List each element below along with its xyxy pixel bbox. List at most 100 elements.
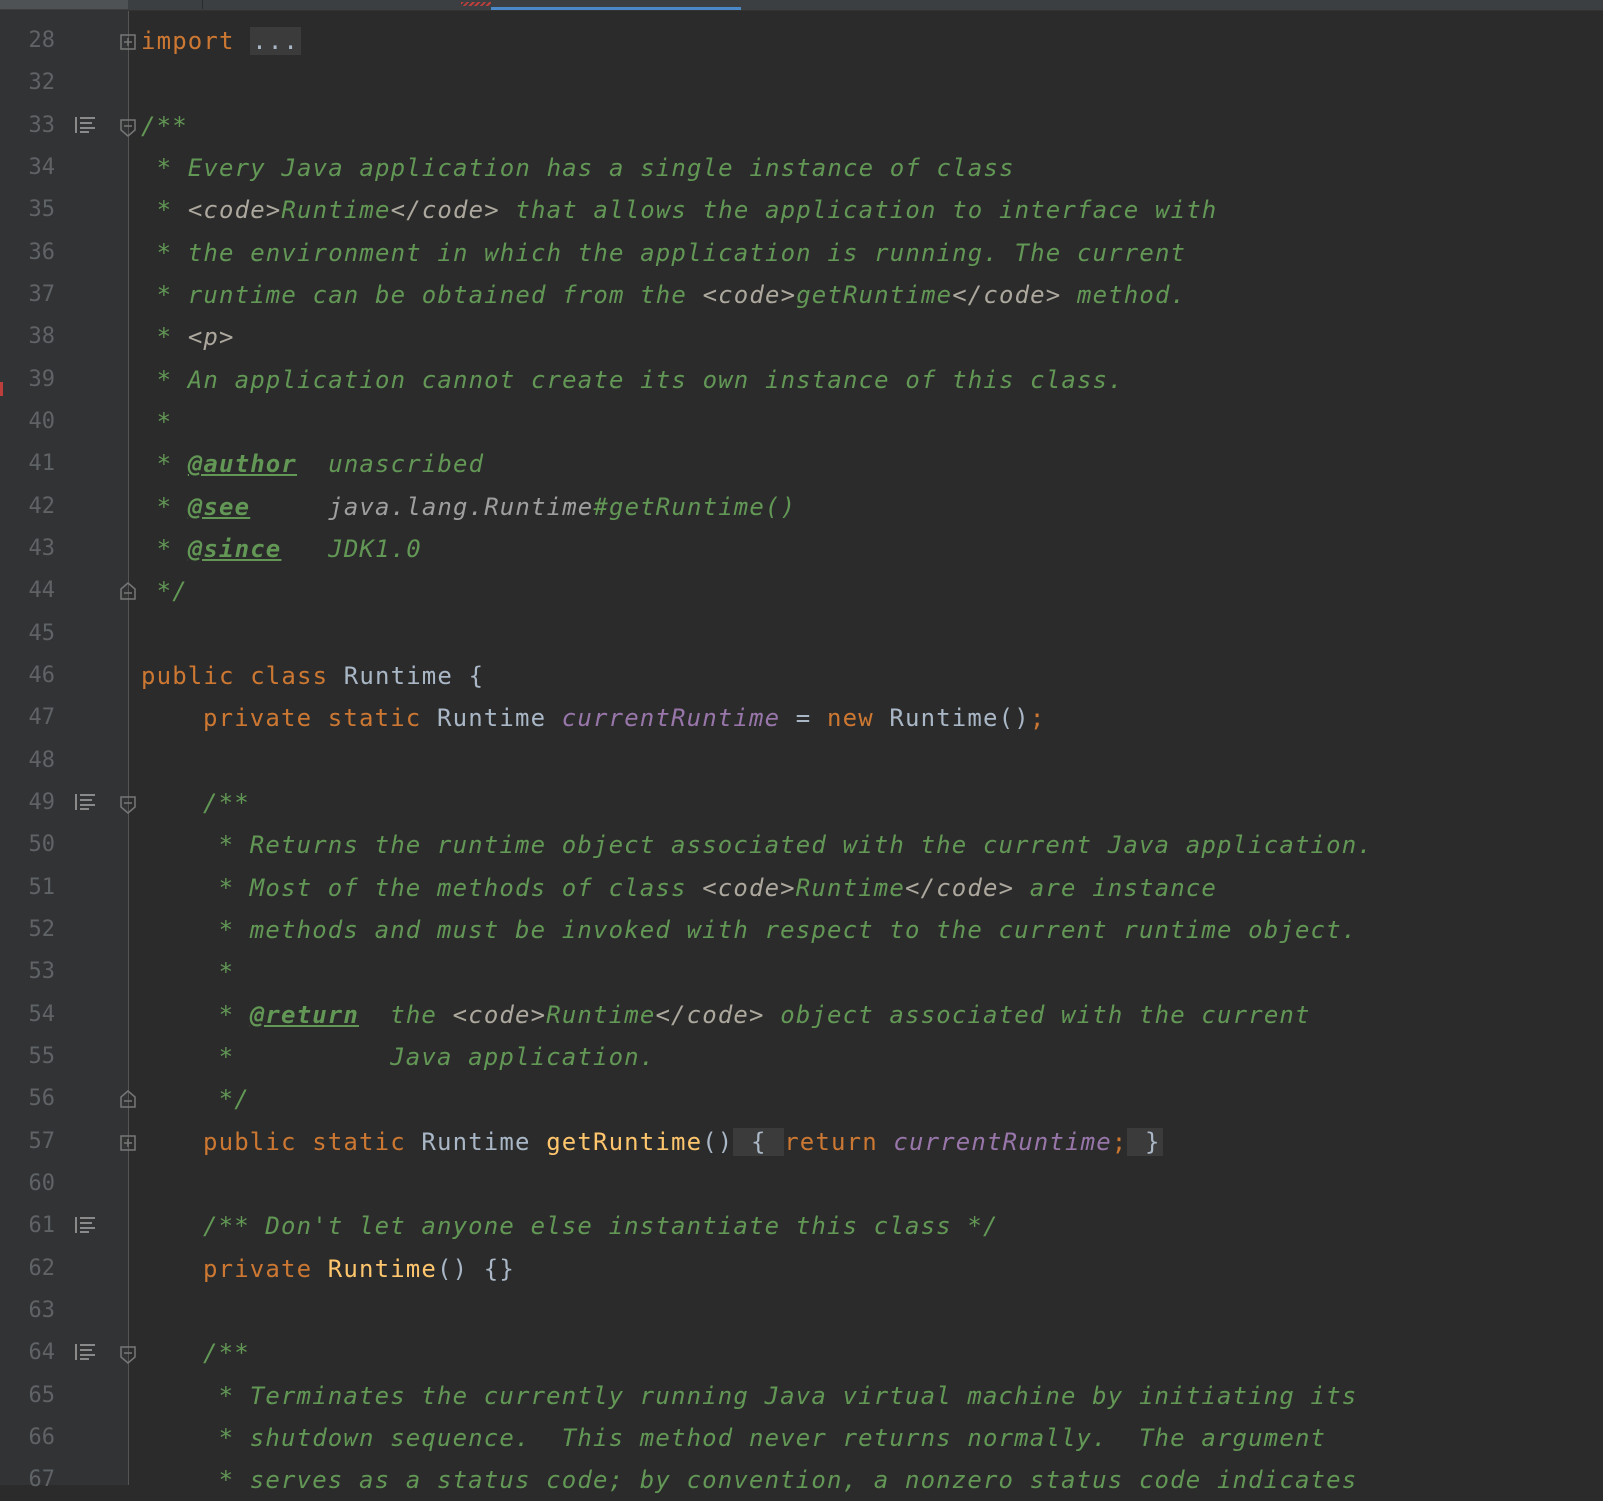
code-token: currentRuntime <box>561 704 781 733</box>
code-text[interactable]: */ <box>203 1078 250 1120</box>
fold-end-icon[interactable] <box>119 582 137 602</box>
editor-tab-active[interactable] <box>491 0 741 10</box>
code-text[interactable]: import ... <box>141 20 302 62</box>
code-line[interactable]: 44 */ <box>0 570 1603 612</box>
code-line[interactable]: 56 */ <box>0 1078 1603 1120</box>
javadoc-render-icon[interactable] <box>75 793 95 811</box>
folded-code-placeholder[interactable]: } <box>1127 1127 1163 1156</box>
code-line[interactable]: 49 /** <box>0 782 1603 824</box>
code-text[interactable]: /** <box>141 105 188 147</box>
code-line[interactable]: 43 * @since JDK1.0 <box>0 528 1603 570</box>
folded-code-placeholder[interactable]: ... <box>250 27 302 55</box>
fold-expand-icon[interactable] <box>119 1133 137 1153</box>
javadoc-render-icon[interactable] <box>75 116 95 134</box>
line-number: 66 <box>28 1424 56 1450</box>
fold-collapse-icon[interactable] <box>119 117 137 137</box>
code-line[interactable]: 41 * @author unascribed <box>0 443 1603 485</box>
code-token: </code> <box>655 1000 765 1029</box>
code-line[interactable]: 60 <box>0 1163 1603 1205</box>
line-number: 61 <box>28 1213 56 1239</box>
code-line[interactable]: 34 * Every Java application has a single… <box>0 147 1603 189</box>
line-number: 48 <box>28 747 56 773</box>
code-line[interactable]: 62 private Runtime() {} <box>0 1248 1603 1290</box>
code-text[interactable]: * An application cannot create its own i… <box>141 359 1124 401</box>
editor-tab[interactable] <box>0 0 128 9</box>
code-line[interactable]: 55 * Java application. <box>0 1036 1603 1078</box>
line-number: 55 <box>28 1043 56 1069</box>
code-line[interactable]: 50 * Returns the runtime object associat… <box>0 824 1603 866</box>
code-text[interactable]: private static Runtime currentRuntime = … <box>203 697 1045 739</box>
line-number: 65 <box>28 1382 56 1408</box>
code-text[interactable]: /** Don't let anyone else instantiate th… <box>203 1205 999 1247</box>
code-line[interactable]: 51 * Most of the methods of class <code>… <box>0 867 1603 909</box>
code-text[interactable]: * <p> <box>141 316 235 358</box>
code-token: ; <box>1111 1127 1128 1156</box>
code-text[interactable]: public static Runtime getRuntime() { ret… <box>203 1121 1163 1163</box>
line-number: 52 <box>28 916 56 942</box>
code-text[interactable]: * @return the <code>Runtime</code> objec… <box>203 994 1311 1036</box>
code-line[interactable]: 46 public class Runtime { <box>0 655 1603 697</box>
code-line[interactable]: 37 * runtime can be obtained from the <c… <box>0 274 1603 316</box>
code-token: /** Don't let anyone else instantiate th… <box>203 1212 999 1241</box>
javadoc-render-icon[interactable] <box>75 1343 95 1361</box>
code-line[interactable]: 52 * methods and must be invoked with re… <box>0 909 1603 951</box>
code-line[interactable]: 42 * @see java.lang.Runtime#getRuntime() <box>0 486 1603 528</box>
code-text[interactable]: * methods and must be invoked with respe… <box>203 909 1357 951</box>
code-token: public class <box>141 661 344 690</box>
code-text[interactable]: * Terminates the currently running Java … <box>203 1375 1357 1417</box>
fold-collapse-icon[interactable] <box>119 794 137 814</box>
code-text[interactable]: * serves as a status code; by convention… <box>203 1459 1357 1501</box>
code-line[interactable]: 39 * An application cannot create its ow… <box>0 359 1603 401</box>
fold-expand-icon[interactable] <box>119 32 137 52</box>
code-line[interactable]: 54 * @return the <code>Runtime</code> ob… <box>0 994 1603 1036</box>
editor-tab-with-errors[interactable] <box>202 0 651 9</box>
fold-end-icon[interactable] <box>119 1090 137 1110</box>
code-line[interactable]: 45 <box>0 613 1603 655</box>
code-text[interactable]: private Runtime() {} <box>203 1248 515 1290</box>
code-token: * <box>141 450 188 479</box>
code-line[interactable]: 32 <box>0 62 1603 104</box>
code-line[interactable]: 47 private static Runtime currentRuntime … <box>0 697 1603 739</box>
code-text[interactable]: /** <box>203 1332 250 1374</box>
code-token: public static <box>203 1127 422 1156</box>
code-line[interactable]: 33 /** <box>0 105 1603 147</box>
code-text[interactable]: * shutdown sequence. This method never r… <box>203 1417 1326 1459</box>
code-line[interactable]: 48 <box>0 740 1603 782</box>
code-text[interactable]: */ <box>141 570 188 612</box>
code-text[interactable]: * Java application. <box>203 1036 655 1078</box>
code-text[interactable]: * @author unascribed <box>141 443 484 485</box>
code-line[interactable]: 67 * serves as a status code; by convent… <box>0 1459 1603 1501</box>
code-line[interactable]: 40 * <box>0 401 1603 443</box>
code-text[interactable]: * @see java.lang.Runtime#getRuntime() <box>141 486 796 528</box>
code-token: * <box>203 1000 250 1029</box>
code-line[interactable]: 35 * <code>Runtime</code> that allows th… <box>0 189 1603 231</box>
code-text[interactable]: * the environment in which the applicati… <box>141 232 1186 274</box>
code-line[interactable]: 57 public static Runtime getRuntime() { r… <box>0 1121 1603 1163</box>
folded-code-placeholder[interactable]: { <box>733 1127 785 1156</box>
code-line[interactable]: 65 * Terminates the currently running Ja… <box>0 1375 1603 1417</box>
code-text[interactable]: * Most of the methods of class <code>Run… <box>203 867 1217 909</box>
code-line[interactable]: 66 * shutdown sequence. This method neve… <box>0 1417 1603 1459</box>
code-token: * Every Java application has a single in… <box>141 153 1015 182</box>
code-text[interactable]: public class Runtime { <box>141 655 484 697</box>
code-text[interactable]: * <code>Runtime</code> that allows the a… <box>141 189 1217 231</box>
code-line[interactable]: 61 /** Don't let anyone else instantiate … <box>0 1205 1603 1247</box>
code-text[interactable]: * <box>203 951 234 993</box>
code-text[interactable]: * @since JDK1.0 <box>141 528 422 570</box>
code-line[interactable]: 28 import ... <box>0 20 1603 62</box>
line-number: 32 <box>28 70 56 96</box>
code-text[interactable]: * runtime can be obtained from the <code… <box>141 274 1186 316</box>
code-text[interactable]: /** <box>203 782 250 824</box>
code-token: </code> <box>952 280 1062 309</box>
line-number: 51 <box>28 874 56 900</box>
code-text[interactable]: * Returns the runtime object associated … <box>203 824 1373 866</box>
code-text[interactable]: * Every Java application has a single in… <box>141 147 1015 189</box>
code-line[interactable]: 64 /** <box>0 1332 1603 1374</box>
code-line[interactable]: 38 * <p> <box>0 316 1603 358</box>
code-line[interactable]: 63 <box>0 1290 1603 1332</box>
javadoc-render-icon[interactable] <box>75 1216 95 1234</box>
code-line[interactable]: 36 * the environment in which the applic… <box>0 232 1603 274</box>
code-text[interactable]: * <box>141 401 172 443</box>
fold-collapse-icon[interactable] <box>119 1344 137 1365</box>
code-line[interactable]: 53 * <box>0 951 1603 993</box>
